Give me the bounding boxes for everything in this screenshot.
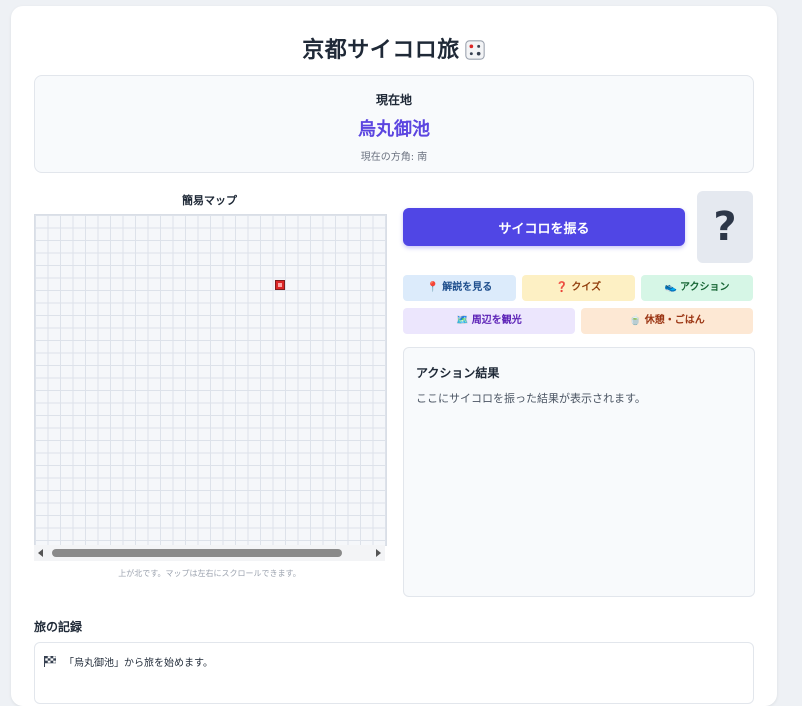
- main-card: 京都サイコロ旅 現在地 烏丸御池 現在の方角: 南 簡易マップ 上が北です。マッ…: [11, 6, 777, 706]
- travel-log: 「烏丸御池」から旅を始めます。: [34, 642, 754, 704]
- simple-map[interactable]: [34, 214, 387, 546]
- current-position-marker: [275, 280, 285, 290]
- roll-dice-button[interactable]: サイコロを振る: [403, 208, 685, 246]
- rest-button[interactable]: 🍵 休憩・ごはん: [581, 308, 753, 334]
- shoe-icon: 👟: [664, 282, 677, 293]
- scroll-thumb[interactable]: [52, 549, 342, 557]
- explain-button[interactable]: 📍 解説を見る: [403, 275, 516, 301]
- quiz-button[interactable]: ❓ クイズ: [522, 275, 635, 301]
- dice-icon: [465, 40, 485, 60]
- sightsee-button[interactable]: 🗺️ 周辺を観光: [403, 308, 575, 334]
- map-caption: 上が北です。マップは左右にスクロールできます。: [118, 569, 301, 578]
- action-button-label: アクション: [679, 282, 730, 293]
- sightsee-button-label: 周辺を観光: [471, 315, 522, 326]
- action-result-title: アクション結果: [416, 366, 500, 380]
- action-button[interactable]: 👟 アクション: [641, 275, 753, 301]
- pin-icon: 📍: [426, 282, 440, 293]
- checkered-flag-icon: [44, 656, 56, 667]
- page-title-text: 京都サイコロ旅: [302, 38, 460, 63]
- tea-icon: 🍵: [629, 315, 642, 326]
- question-icon: ❓: [555, 282, 569, 293]
- quiz-button-label: クイズ: [571, 282, 602, 293]
- dice-result-display: ?: [697, 191, 753, 263]
- current-location-name: 烏丸御池: [358, 119, 430, 140]
- scroll-right-arrow-icon[interactable]: [376, 549, 381, 557]
- list-item: 「烏丸御池」から旅を始めます。: [44, 654, 213, 669]
- map-title: 簡易マップ: [182, 194, 237, 207]
- page-title: 京都サイコロ旅: [11, 32, 777, 64]
- current-direction: 現在の方角: 南: [360, 152, 428, 163]
- current-location-panel: 現在地 烏丸御池 現在の方角: 南: [34, 75, 754, 173]
- map-icon: 🗺️: [456, 315, 469, 326]
- scroll-left-arrow-icon[interactable]: [38, 549, 43, 557]
- rest-button-label: 休憩・ごはん: [644, 315, 705, 326]
- current-location-label: 現在地: [375, 93, 412, 107]
- travel-log-title: 旅の記録: [34, 620, 83, 634]
- log-entry-text: 「烏丸御池」から旅を始めます。: [64, 658, 213, 669]
- map-horizontal-scrollbar[interactable]: [34, 545, 385, 561]
- explain-button-label: 解説を見る: [442, 282, 493, 293]
- action-result-text: ここにサイコロを振った結果が表示されます。: [416, 392, 646, 405]
- action-result-panel: アクション結果 ここにサイコロを振った結果が表示されます。: [403, 347, 755, 597]
